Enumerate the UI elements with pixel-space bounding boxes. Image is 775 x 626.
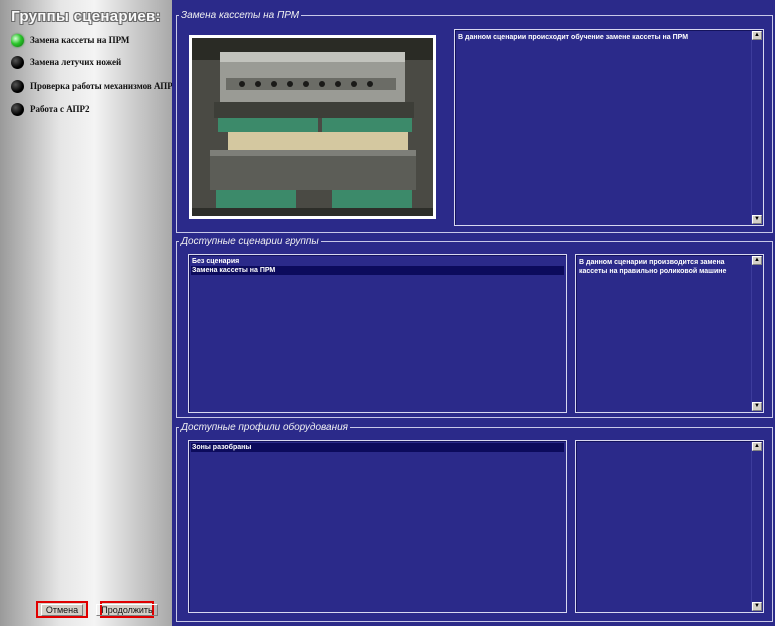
main-area: Замена кассеты на ПРМ В данном сценарии … (172, 0, 775, 626)
group-scenario-description-text: В данном сценарии производится замена ка… (579, 259, 727, 275)
group-scenarios-title: Доступные сценарии группы (181, 236, 319, 247)
scroll-up-icon[interactable]: ▲ (752, 256, 762, 265)
group-description-scrollbar[interactable]: ▲ ▼ (751, 256, 762, 411)
cancel-button-label: Отмена (40, 603, 84, 616)
equipment-profiles-title: Доступные профили оборудования (181, 422, 348, 433)
group-item-knives-replace[interactable]: Замена летучих ножей (11, 52, 181, 72)
cancel-button[interactable]: Отмена (36, 601, 88, 618)
group-scenario-description-box[interactable]: В данном сценарии производится замена ка… (575, 254, 764, 413)
scenario-photo (189, 35, 436, 219)
group-item-label: Замена кассеты на ПРМ (30, 35, 130, 45)
group-item-cassette-replace[interactable]: Замена кассеты на ПРМ (11, 30, 181, 50)
machine-photo-icon (192, 38, 433, 216)
scroll-up-icon[interactable]: ▲ (752, 442, 762, 451)
sidebar-title: Группы сценариев: (11, 8, 161, 25)
list-item[interactable]: Без сценария (191, 257, 564, 266)
scroll-down-icon[interactable]: ▼ (752, 602, 762, 611)
active-indicator-icon (11, 33, 24, 47)
continue-button-label: Продолжить (96, 603, 158, 616)
inactive-indicator-icon (11, 102, 24, 116)
scenario-groups-sidebar: Группы сценариев: Замена кассеты на ПРМ … (0, 0, 173, 626)
group-scenarios-list[interactable]: Без сценария Замена кассеты на ПРМ (188, 254, 567, 413)
machine-illustration (192, 38, 433, 216)
scroll-down-icon[interactable]: ▼ (752, 402, 762, 411)
scenario-description-scrollbar[interactable]: ▲ ▼ (751, 31, 762, 224)
group-item-apr2[interactable]: Работа с АПР2 (11, 99, 181, 119)
profile-description-scrollbar[interactable]: ▲ ▼ (751, 442, 762, 611)
list-item[interactable]: Замена кассеты на ПРМ (191, 266, 564, 275)
inactive-indicator-icon (11, 55, 24, 69)
continue-button[interactable]: Продолжить (96, 601, 158, 618)
group-item-mechanism-check[interactable]: Проверка работы механизмов АПР (11, 76, 181, 96)
group-item-label: Работа с АПР2 (30, 104, 90, 114)
inactive-indicator-icon (11, 79, 24, 93)
group-item-label: Замена летучих ножей (30, 57, 122, 67)
profile-description-box[interactable]: ▲ ▼ (575, 440, 764, 613)
group-item-label: Проверка работы механизмов АПР (30, 81, 173, 91)
scroll-down-icon[interactable]: ▼ (752, 215, 762, 224)
scroll-up-icon[interactable]: ▲ (752, 31, 762, 40)
scenario-description-box[interactable]: В данном сценарии происходит обучение за… (454, 29, 764, 226)
equipment-profiles-list[interactable]: Зоны разобраны (188, 440, 567, 613)
scenario-description-text: В данном сценарии происходит обучение за… (458, 34, 689, 41)
scenario-section-title: Замена кассеты на ПРМ (181, 10, 300, 21)
list-item[interactable]: Зоны разобраны (191, 443, 564, 452)
